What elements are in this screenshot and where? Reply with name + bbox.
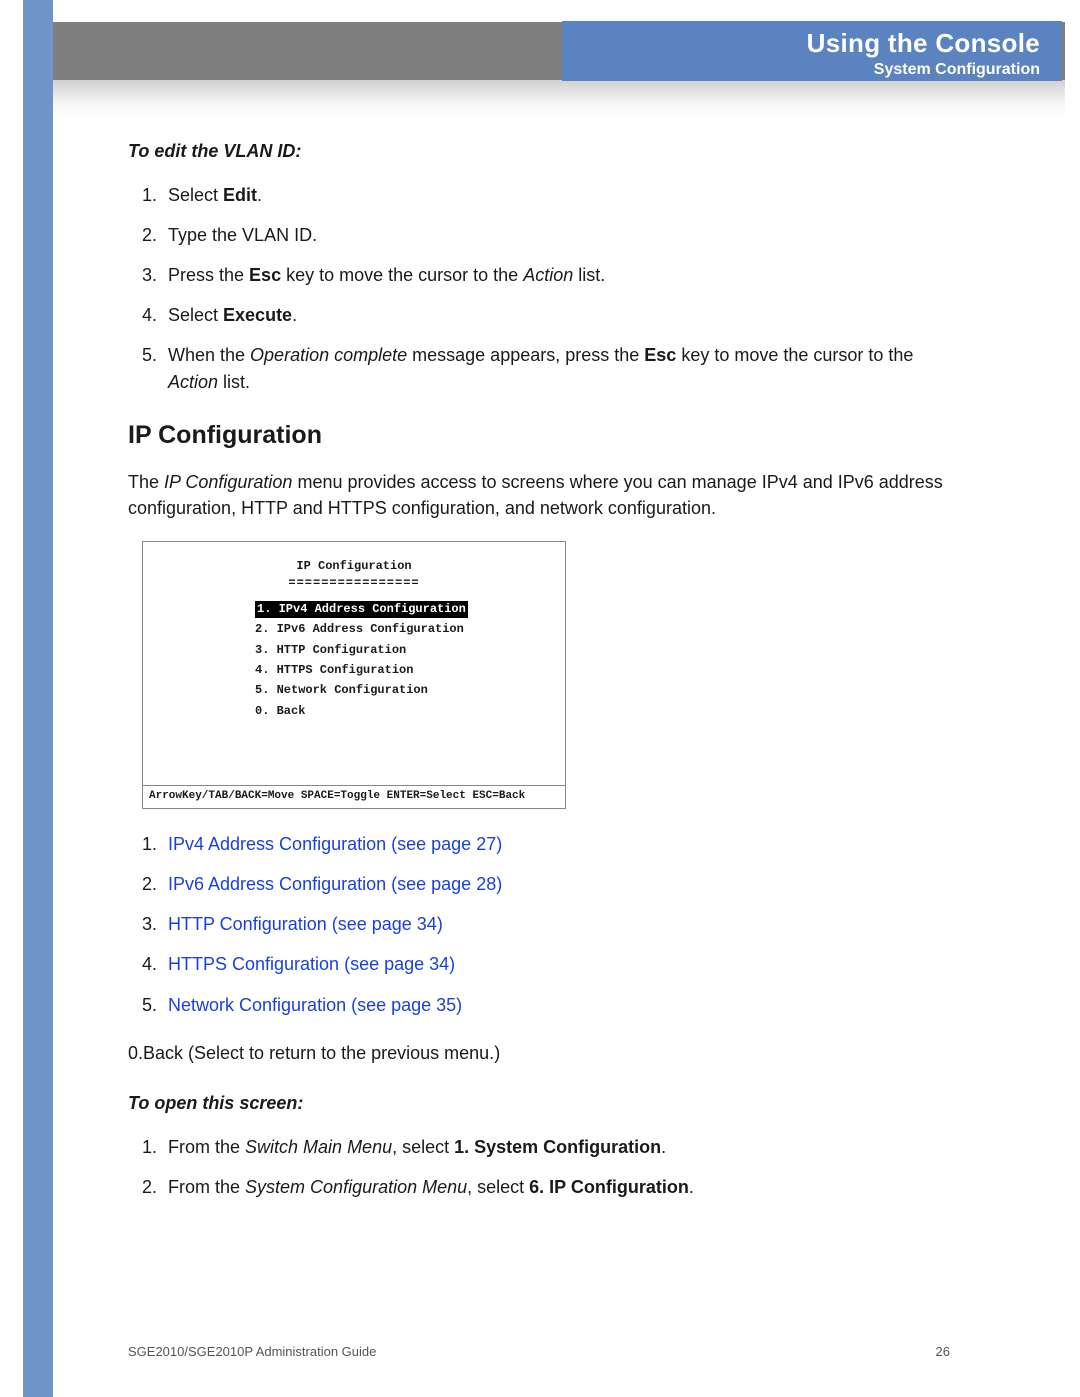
open-screen-heading: To open this screen: bbox=[128, 1090, 950, 1116]
console-item-4: 4. HTTPS Configuration bbox=[255, 662, 553, 679]
page-footer: SGE2010/SGE2010P Administration Guide 26 bbox=[128, 1344, 950, 1359]
step-1: Select Edit. bbox=[162, 182, 950, 208]
header-title: Using the Console bbox=[572, 28, 1040, 59]
link-ipv4-text[interactable]: IPv4 Address Configuration (see page 27) bbox=[168, 834, 502, 854]
link-network: Network Configuration (see page 35) bbox=[162, 992, 950, 1018]
edit-vlan-heading: To edit the VLAN ID: bbox=[128, 138, 950, 164]
open-step-2: From the System Configuration Menu, sele… bbox=[162, 1174, 950, 1200]
page-content: To edit the VLAN ID: Select Edit. Type t… bbox=[128, 138, 950, 1222]
console-item-2: 2. IPv6 Address Configuration bbox=[255, 621, 553, 638]
console-item-5: 5. Network Configuration bbox=[255, 682, 553, 699]
link-https-text[interactable]: HTTPS Configuration (see page 34) bbox=[168, 954, 455, 974]
header-subtitle: System Configuration bbox=[572, 61, 1040, 79]
open-screen-steps: From the Switch Main Menu, select 1. Sys… bbox=[128, 1134, 950, 1200]
step-4: Select Execute. bbox=[162, 302, 950, 328]
console-inner: IP Configuration ================ 1. IPv… bbox=[143, 542, 565, 785]
left-accent-bar bbox=[23, 0, 53, 1397]
link-http-text[interactable]: HTTP Configuration (see page 34) bbox=[168, 914, 443, 934]
link-ipv4: IPv4 Address Configuration (see page 27) bbox=[162, 831, 950, 857]
ip-config-heading: IP Configuration bbox=[128, 417, 950, 453]
link-ipv6: IPv6 Address Configuration (see page 28) bbox=[162, 871, 950, 897]
edit-vlan-steps: Select Edit. Type the VLAN ID. Press the… bbox=[128, 182, 950, 395]
ip-config-intro: The IP Configuration menu provides acces… bbox=[128, 469, 950, 521]
console-menu: 1. IPv4 Address Configuration 2. IPv6 Ad… bbox=[155, 601, 553, 720]
back-line: 0.Back (Select to return to the previous… bbox=[128, 1040, 950, 1066]
console-item-3: 3. HTTP Configuration bbox=[255, 642, 553, 659]
link-https: HTTPS Configuration (see page 34) bbox=[162, 951, 950, 977]
console-item-0: 0. Back bbox=[255, 703, 553, 720]
step-5: When the Operation complete message appe… bbox=[162, 342, 950, 394]
step-3: Press the Esc key to move the cursor to … bbox=[162, 262, 950, 288]
footer-page-number: 26 bbox=[936, 1344, 950, 1359]
console-title: IP Configuration ================ bbox=[155, 558, 553, 593]
link-ipv6-text[interactable]: IPv6 Address Configuration (see page 28) bbox=[168, 874, 502, 894]
console-item-1-selected: 1. IPv4 Address Configuration bbox=[255, 601, 553, 618]
link-network-text[interactable]: Network Configuration (see page 35) bbox=[168, 995, 462, 1015]
header-blue-panel: Using the Console System Configuration bbox=[562, 21, 1062, 81]
link-http: HTTP Configuration (see page 34) bbox=[162, 911, 950, 937]
open-step-1: From the Switch Main Menu, select 1. Sys… bbox=[162, 1134, 950, 1160]
console-hint-bar: ArrowKey/TAB/BACK=Move SPACE=Toggle ENTE… bbox=[143, 785, 565, 808]
ip-config-links: IPv4 Address Configuration (see page 27)… bbox=[128, 831, 950, 1017]
console-screenshot: IP Configuration ================ 1. IPv… bbox=[142, 541, 566, 809]
header-shadow bbox=[53, 80, 1065, 120]
footer-guide-name: SGE2010/SGE2010P Administration Guide bbox=[128, 1344, 376, 1359]
step-2: Type the VLAN ID. bbox=[162, 222, 950, 248]
